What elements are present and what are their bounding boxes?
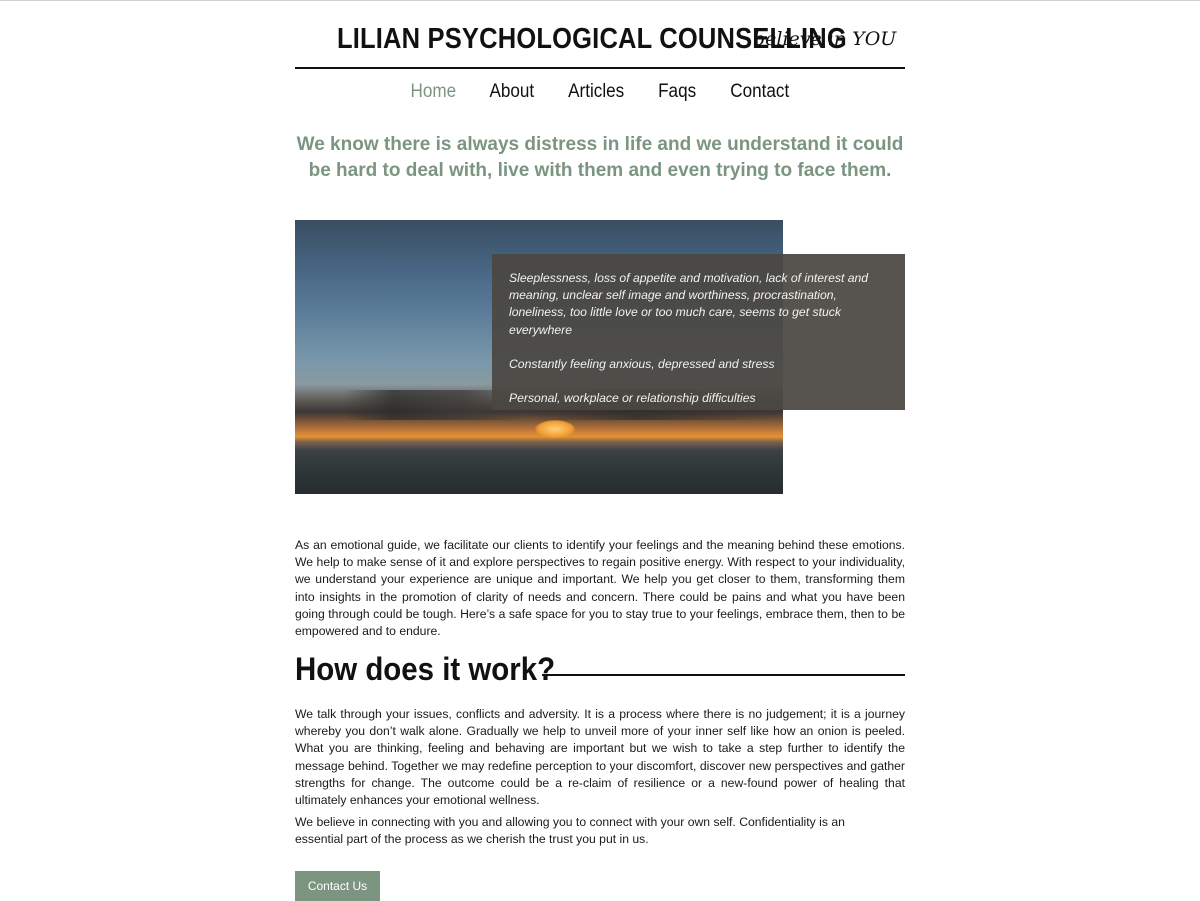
site-branding: LILIAN PSYCHOLOGICAL COUNSELLING believe…	[295, 17, 905, 69]
site-tagline: believe in YOU	[753, 28, 897, 50]
nav-item-contact[interactable]: Contact	[730, 81, 789, 103]
nav-item-articles[interactable]: Articles	[568, 81, 624, 103]
overlay-line-symptoms: Sleeplessness, loss of appetite and moti…	[509, 271, 869, 337]
header-divider	[295, 67, 905, 69]
nav-item-faqs[interactable]: Faqs	[658, 81, 696, 103]
hero-overlay-box: Sleeplessness, loss of appetite and moti…	[492, 254, 905, 410]
overlay-line-anxiety: Constantly feeling anxious, depressed an…	[509, 356, 775, 371]
contact-us-button[interactable]: Contact Us	[295, 871, 380, 901]
nav-item-home[interactable]: Home	[410, 81, 456, 103]
section-heading-how: How does it work?	[295, 651, 556, 687]
section-heading-rule	[542, 674, 905, 676]
how-it-works-paragraph: We talk through your issues, conflicts a…	[295, 707, 905, 808]
overlay-line-difficulties: Personal, workplace or relationship diff…	[509, 391, 756, 406]
nav-item-about[interactable]: About	[490, 81, 535, 103]
intro-paragraph: As an emotional guide, we facilitate our…	[295, 538, 905, 639]
confidentiality-paragraph: We believe in connecting with you and al…	[295, 815, 845, 847]
main-nav: Home About Articles Faqs Contact	[295, 81, 905, 103]
sun-shape	[535, 420, 575, 438]
intro-lead: We know there is always distress in life…	[296, 134, 904, 181]
